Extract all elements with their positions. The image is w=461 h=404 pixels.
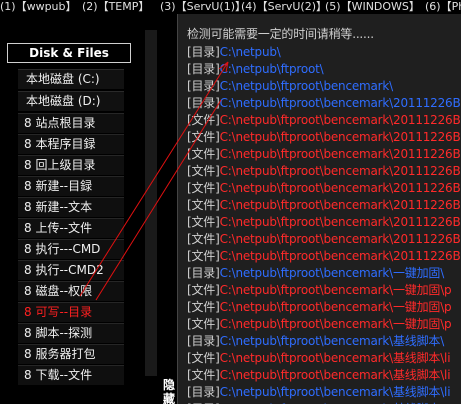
log-line-tag: [目录] bbox=[187, 79, 220, 93]
log-line-path[interactable]: C:\netpub\ftproot\bencemark\20111226B bbox=[220, 147, 461, 161]
menu-execute-cmd2[interactable]: 8 执行--CMD2 bbox=[18, 260, 124, 280]
log-header: 检测可能需要一定的时间请稍等...... bbox=[187, 26, 374, 42]
log-line-tag: [文件] bbox=[187, 368, 220, 382]
log-line-tag: [文件] bbox=[187, 130, 220, 144]
log-line-path[interactable]: C:\netpub\ftproot\bencemark\一键加固\p bbox=[220, 317, 452, 331]
log-line-directory: [目录]C:\netpub\ftproot\bencemark\基线脚本\li bbox=[187, 384, 451, 400]
log-line-tag: [文件] bbox=[187, 113, 220, 127]
top-tab-bar: (1)【wwpub】 (2)【TEMP】 (3)【ServU(1)】 (4)【S… bbox=[0, 0, 461, 14]
log-line-path[interactable]: C:\netpub\ftproot\bencemark\基线脚本\li bbox=[220, 368, 451, 382]
menu-site-root[interactable]: 8 站点根目录 bbox=[18, 113, 124, 133]
menu-writable-dir[interactable]: 8 可写--目录 bbox=[18, 302, 124, 322]
tab-servu-1[interactable]: (3)【ServU(1)】 bbox=[160, 0, 246, 14]
log-line-path[interactable]: C:\netpub\ftproot\bencemark\20111226B bbox=[220, 164, 461, 178]
log-line-tag: [目录] bbox=[187, 266, 220, 280]
log-line-path[interactable]: C:\netpub\ftproot\bencemark\基线脚本\li bbox=[220, 351, 451, 365]
log-line-tag: [文件] bbox=[187, 147, 220, 161]
log-line-directory: [目录]C:\netpub\ftproot\ bbox=[187, 61, 324, 77]
menu-new-text[interactable]: 8 新建--文本 bbox=[18, 197, 124, 217]
sidebar-scroll-strip[interactable] bbox=[145, 30, 157, 376]
log-line-tag: [目录] bbox=[187, 385, 220, 399]
log-line-path[interactable]: C:\netpub\ftproot\bencemark\20111226B bbox=[220, 130, 461, 144]
log-line-tag: [目录] bbox=[187, 45, 220, 59]
disk-d-button[interactable]: 本地磁盘 (D:) bbox=[18, 91, 124, 111]
log-line-file: [文件]C:\netpub\ftproot\bencemark\20111226… bbox=[187, 163, 461, 179]
log-line-tag: [文件] bbox=[187, 317, 220, 331]
log-line-file: [文件]C:\netpub\ftproot\bencemark\20111226… bbox=[187, 112, 461, 128]
log-line-file: [文件]C:\netpub\ftproot\bencemark\一键加固\p bbox=[187, 299, 452, 315]
log-line-tag: [文件] bbox=[187, 300, 220, 314]
log-line-path[interactable]: C:\netpub\ftproot\bencemark\20111226B bbox=[220, 249, 461, 263]
log-line-path[interactable]: C:\netpub\ftproot\bencemark\20111226B bbox=[220, 232, 461, 246]
log-line-tag: [目录] bbox=[187, 334, 220, 348]
menu-program-dir[interactable]: 8 本程序目録 bbox=[18, 134, 124, 154]
log-line-file: [文件]C:\netpub\ftproot\bencemark\20111226… bbox=[187, 197, 461, 213]
log-line-path[interactable]: C:\netpub\ftproot\bencemark\20111226B bbox=[220, 198, 461, 212]
log-line-tag: [文件] bbox=[187, 164, 220, 178]
log-line-directory: [目录]C:\netpub\ftproot\bencemark\20111226… bbox=[187, 95, 461, 111]
log-line-directory: [目录]C:\netpub\ftproot\bencemark\基线脚本\ bbox=[187, 333, 444, 349]
menu-disk-permission[interactable]: 8 磁盘--权限 bbox=[18, 281, 124, 301]
log-line-tag: [文件] bbox=[187, 283, 220, 297]
menu-server-pack[interactable]: 8 服务器打包 bbox=[18, 344, 124, 364]
log-line-file: [文件]C:\netpub\ftproot\bencemark\20111226… bbox=[187, 231, 461, 247]
tab-ph[interactable]: (6)【Ph bbox=[425, 0, 461, 14]
log-line-tag: [目录] bbox=[187, 96, 220, 110]
tab-wwpub[interactable]: (1)【wwpub】 bbox=[0, 0, 77, 14]
log-line-file: [文件]C:\netpub\ftproot\bencemark\20111226… bbox=[187, 129, 461, 145]
log-line-tag: [文件] bbox=[187, 249, 220, 263]
log-line-path[interactable]: C:\netpub\ftproot\ bbox=[220, 62, 324, 76]
tab-temp[interactable]: (2)【TEMP】 bbox=[82, 0, 149, 14]
log-line-tag: [文件] bbox=[187, 215, 220, 229]
log-line-directory: [目录]C:\netpub\ftproot\bencemark\ bbox=[187, 78, 393, 94]
tab-windows[interactable]: (5)【WINDOWS】 bbox=[325, 0, 420, 14]
menu-new-directory[interactable]: 8 新建--目録 bbox=[18, 176, 124, 196]
log-line-path[interactable]: C:\netpub\ftproot\bencemark\20111226B bbox=[220, 113, 461, 127]
disk-files-header: Disk & Files bbox=[7, 43, 131, 63]
log-line-tag: [文件] bbox=[187, 181, 220, 195]
log-line-path[interactable]: C:\netpub\ftproot\bencemark\基线脚本\ bbox=[220, 334, 445, 348]
log-line-path[interactable]: C:\netpub\ftproot\bencemark\ bbox=[220, 79, 394, 93]
log-line-path[interactable]: C:\netpub\ftproot\bencemark\一键加固\ bbox=[220, 266, 445, 280]
sidebar: Disk & Files 本地磁盘 (C:) 本地磁盘 (D:) 8 站点根目录… bbox=[0, 30, 139, 388]
disk-c-button[interactable]: 本地磁盘 (C:) bbox=[18, 69, 124, 89]
hide-sidebar-button[interactable]: 隐藏 bbox=[161, 378, 177, 404]
log-line-tag: [目录] bbox=[187, 62, 220, 76]
log-line-path[interactable]: C:\netpub\ftproot\bencemark\基线脚本\li bbox=[220, 385, 451, 399]
menu-execute-cmd[interactable]: 8 执行---CMD bbox=[18, 239, 124, 259]
log-line-file: [文件]C:\netpub\ftproot\bencemark\基线脚本\li bbox=[187, 367, 451, 383]
log-line-file: [文件]C:\netpub\ftproot\bencemark\一键加固\p bbox=[187, 282, 452, 298]
tab-servu-2[interactable]: (4)【ServU(2)】 bbox=[241, 0, 327, 14]
menu-script-probe[interactable]: 8 脚本--探测 bbox=[18, 323, 124, 343]
log-panel: 检测可能需要一定的时间请稍等...... [目录]C:\netpub\ [目录]C… bbox=[177, 14, 461, 404]
log-line-file: [文件]C:\netpub\ftproot\bencemark\一键加固\p bbox=[187, 316, 452, 332]
log-line-path[interactable]: C:\netpub\ftproot\bencemark\20111226B bbox=[220, 215, 461, 229]
menu-parent-dir[interactable]: 8 回上级目录 bbox=[18, 155, 124, 175]
log-line-tag: [文件] bbox=[187, 198, 220, 212]
log-line-path[interactable]: C:\netpub\ftproot\bencemark\一键加固\p bbox=[220, 300, 452, 314]
log-line-tag: [文件] bbox=[187, 232, 220, 246]
log-line-file: [文件]C:\netpub\ftproot\bencemark\20111226… bbox=[187, 180, 461, 196]
log-line-file: [文件]C:\netpub\ftproot\bencemark\基线脚本\li bbox=[187, 350, 451, 366]
log-line-path[interactable]: C:\netpub\ftproot\bencemark\20111226B bbox=[220, 96, 461, 110]
log-line-path[interactable]: C:\netpub\ftproot\bencemark\20111226B bbox=[220, 181, 461, 195]
log-line-directory: [目录]C:\netpub\ bbox=[187, 44, 281, 60]
log-line-file: [文件]C:\netpub\ftproot\bencemark\20111226… bbox=[187, 146, 461, 162]
log-line-file: [文件]C:\netpub\ftproot\bencemark\20111226… bbox=[187, 214, 461, 230]
menu-upload-file[interactable]: 8 上传--文件 bbox=[18, 218, 124, 238]
log-line-path[interactable]: C:\netpub\ bbox=[220, 45, 281, 59]
menu-download-file[interactable]: 8 下载--文件 bbox=[18, 365, 124, 385]
log-line-path[interactable]: C:\netpub\ftproot\bencemark\一键加固\p bbox=[220, 283, 452, 297]
log-line-file: [文件]C:\netpub\ftproot\bencemark\20111226… bbox=[187, 248, 461, 264]
log-header-text: 检测可能需要一定的时间请稍等...... bbox=[187, 27, 374, 41]
log-line-directory: [目录]C:\netpub\ftproot\bencemark\一键加固\ bbox=[187, 265, 444, 281]
log-line-tag: [文件] bbox=[187, 351, 220, 365]
